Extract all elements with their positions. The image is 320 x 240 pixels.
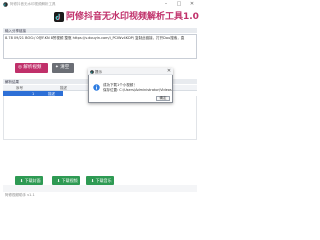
- app-logo-icon: [3, 2, 8, 7]
- close-window-button[interactable]: ✕: [188, 1, 196, 7]
- download-video-button[interactable]: ⬇ 下载视频: [52, 176, 80, 185]
- douyin-logo-icon: [54, 12, 64, 22]
- url-section-header: [3, 28, 197, 33]
- minimize-button[interactable]: –: [162, 1, 170, 7]
- dialog-message: 成功下载1个小视频！: [103, 83, 137, 87]
- dialog-title: 提示: [95, 69, 102, 74]
- maximize-button[interactable]: □: [175, 1, 183, 7]
- dialog-close-icon[interactable]: ✕: [166, 68, 172, 75]
- window-title: 阿修抖音无水印视频解析工具: [10, 2, 56, 6]
- info-icon: [93, 84, 100, 91]
- clear-button[interactable]: ✦ 清空: [52, 63, 74, 73]
- column-header-seq[interactable]: 序号: [16, 86, 23, 90]
- ok-button[interactable]: 确定: [156, 96, 170, 101]
- download-music-button[interactable]: ⬇ 下载音乐: [86, 176, 114, 185]
- parse-video-button[interactable]: ◎ 解析视频: [15, 63, 48, 73]
- dialog-app-icon: [90, 69, 94, 74]
- url-section-label: 输入分享链接: [5, 28, 26, 33]
- dialog-save-path: 保存位置: C:\Users\Administrator\Videos: [103, 88, 172, 92]
- results-section-label: 解析结果: [5, 79, 19, 84]
- column-header-desc[interactable]: 描述: [60, 86, 67, 90]
- table-cell-desc: 描述: [48, 91, 55, 96]
- page-title: 阿修抖音无水印视频解析工具1.0: [66, 12, 199, 22]
- version-label: 阿修视频助手 v1.1: [5, 193, 35, 197]
- download-cover-button[interactable]: ⬇ 下载封面: [15, 176, 43, 185]
- share-link-text: 8.78 09/21 BOG:/ 0@F.KN 8赞视频 整瓶 https://…: [5, 36, 185, 40]
- footer-bar: [3, 185, 197, 192]
- table-cell-seq: 1: [32, 91, 35, 96]
